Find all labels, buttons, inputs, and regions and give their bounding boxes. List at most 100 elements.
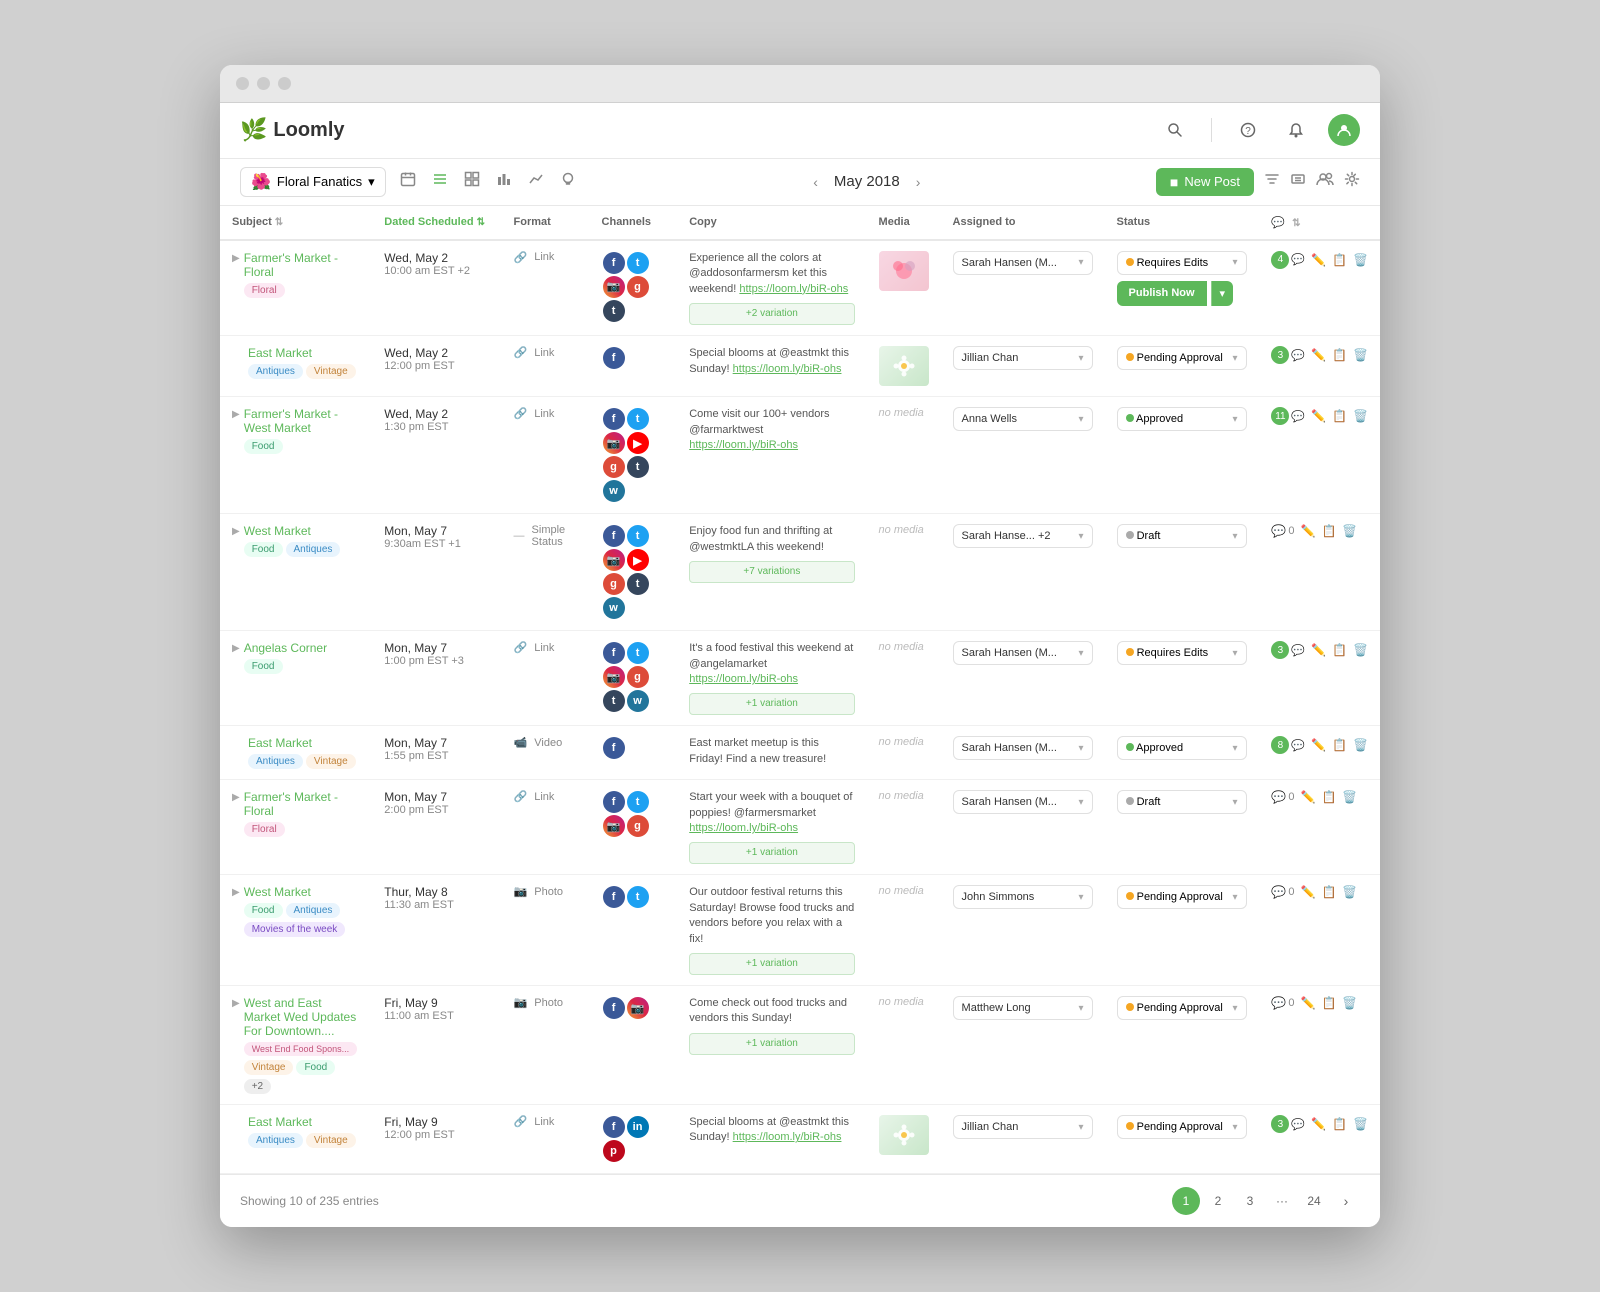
copy-icon[interactable]: 📋 [1332,348,1347,362]
comment-count[interactable]: 8 💬 [1271,736,1305,754]
list-view-icon[interactable] [430,169,450,194]
page-3-button[interactable]: 3 [1236,1187,1264,1215]
comment-count[interactable]: 💬0 [1271,790,1294,804]
delete-icon[interactable]: 🗑️ [1353,253,1368,267]
status-badge[interactable]: Approved ▾ [1117,736,1247,760]
delete-icon[interactable]: 🗑️ [1342,885,1357,899]
subject-name[interactable]: East Market [248,736,359,750]
publish-now-button[interactable]: Publish Now [1117,281,1207,306]
bar-chart-icon[interactable] [494,169,514,194]
page-24-button[interactable]: 24 [1300,1187,1328,1215]
date-column-header[interactable]: Dated Scheduled ⇅ [372,206,501,240]
edit-icon[interactable]: ✏️ [1311,643,1326,657]
edit-icon[interactable]: ✏️ [1300,790,1315,804]
comment-count[interactable]: 11 💬 [1271,407,1305,425]
copy-link[interactable]: https://loom.ly/biR-ohs [739,283,848,295]
subject-name[interactable]: Angelas Corner [244,641,327,655]
titlebar-close[interactable] [236,77,249,90]
copy-link[interactable]: https://loom.ly/biR-ohs [689,822,798,834]
copy-icon[interactable]: 📋 [1332,738,1347,752]
expand-row-arrow[interactable]: ▶ [232,526,240,537]
expand-row-arrow[interactable]: ▶ [232,253,240,264]
settings-icon[interactable] [1344,171,1360,192]
edit-icon[interactable]: ✏️ [1311,738,1326,752]
subject-name[interactable]: Farmer's Market - West Market [244,407,361,435]
variation-tag[interactable]: +1 variation [689,953,854,975]
comment-count[interactable]: 💬0 [1271,996,1294,1010]
line-chart-icon[interactable] [526,169,546,194]
comment-count[interactable]: 💬0 [1271,885,1294,899]
notifications-icon[interactable] [1280,114,1312,146]
status-badge[interactable]: Requires Edits ▾ [1117,251,1247,275]
status-badge[interactable]: Pending Approval ▾ [1117,346,1247,370]
delete-icon[interactable]: 🗑️ [1353,1117,1368,1131]
copy-link[interactable]: https://loom.ly/biR-ohs [689,673,798,685]
filter-icon[interactable] [1264,171,1280,192]
assigned-dropdown[interactable]: Anna Wells ▾ [953,407,1093,431]
edit-icon[interactable]: ✏️ [1311,409,1326,423]
status-badge[interactable]: Draft ▾ [1117,524,1247,548]
assigned-dropdown[interactable]: Jillian Chan ▾ [953,346,1093,370]
status-badge[interactable]: Approved ▾ [1117,407,1247,431]
delete-icon[interactable]: 🗑️ [1342,790,1357,804]
variation-tag[interactable]: +1 variation [689,842,854,864]
edit-icon[interactable]: ✏️ [1311,348,1326,362]
expand-row-arrow[interactable]: ▶ [232,792,240,803]
titlebar-maximize[interactable] [278,77,291,90]
subject-name[interactable]: East Market [248,346,359,360]
page-2-button[interactable]: 2 [1204,1187,1232,1215]
assigned-dropdown[interactable]: Sarah Hansen (M... ▾ [953,736,1093,760]
comment-count[interactable]: 💬0 [1271,524,1294,538]
subject-name[interactable]: Farmer's Market - Floral [244,251,361,279]
subject-name[interactable]: West Market [244,524,344,538]
help-icon[interactable]: ? [1232,114,1264,146]
delete-icon[interactable]: 🗑️ [1353,348,1368,362]
team-icon[interactable] [1316,171,1334,192]
comment-count[interactable]: 3 💬 [1271,346,1305,364]
expand-row-arrow[interactable]: ▶ [232,998,240,1009]
calendar-view-icon[interactable] [398,169,418,194]
delete-icon[interactable]: 🗑️ [1353,738,1368,752]
edit-icon[interactable]: ✏️ [1300,885,1315,899]
ideas-icon[interactable] [558,169,578,194]
copy-icon[interactable]: 📋 [1321,524,1336,538]
copy-icon[interactable]: 📋 [1332,409,1347,423]
titlebar-minimize[interactable] [257,77,270,90]
next-month-arrow[interactable]: › [916,174,921,190]
delete-icon[interactable]: 🗑️ [1342,996,1357,1010]
publish-dropdown-button[interactable]: ▾ [1211,281,1234,306]
status-badge[interactable]: Pending Approval ▾ [1117,996,1247,1020]
variation-tag[interactable]: +1 variation [689,693,854,715]
copy-icon[interactable]: 📋 [1321,996,1336,1010]
copy-icon[interactable]: 📋 [1332,1117,1347,1131]
variation-tag[interactable]: +7 variations [689,561,854,583]
search-icon[interactable] [1159,114,1191,146]
assigned-dropdown[interactable]: Sarah Hansen (M... ▾ [953,790,1093,814]
expand-row-arrow[interactable]: ▶ [232,643,240,654]
assigned-dropdown[interactable]: Sarah Hanse... +2 ▾ [953,524,1093,548]
expand-row-arrow[interactable]: ▶ [232,887,240,898]
assigned-dropdown[interactable]: Jillian Chan ▾ [953,1115,1093,1139]
copy-icon[interactable]: 📋 [1332,643,1347,657]
next-page-button[interactable]: › [1332,1187,1360,1215]
copy-icon[interactable]: 📋 [1321,790,1336,804]
status-badge[interactable]: Draft ▾ [1117,790,1247,814]
subject-name[interactable]: Farmer's Market - Floral [244,790,361,818]
user-icon[interactable] [1328,114,1360,146]
variation-tag[interactable]: +2 variation [689,303,854,325]
new-post-button[interactable]: ■ New Post [1156,168,1254,196]
assigned-dropdown[interactable]: Sarah Hansen (M... ▾ [953,251,1093,275]
copy-icon[interactable]: 📋 [1321,885,1336,899]
edit-icon[interactable]: ✏️ [1311,253,1326,267]
delete-icon[interactable]: 🗑️ [1353,409,1368,423]
copy-link[interactable]: https://loom.ly/biR-ohs [689,439,798,451]
assigned-dropdown[interactable]: Matthew Long ▾ [953,996,1093,1020]
status-badge[interactable]: Pending Approval ▾ [1117,1115,1247,1139]
comment-count[interactable]: 3 💬 [1271,641,1305,659]
grid-view-icon[interactable] [462,169,482,194]
status-badge[interactable]: Pending Approval ▾ [1117,885,1247,909]
edit-icon[interactable]: ✏️ [1300,996,1315,1010]
assigned-dropdown[interactable]: Sarah Hansen (M... ▾ [953,641,1093,665]
prev-month-arrow[interactable]: ‹ [813,174,818,190]
copy-icon[interactable]: 📋 [1332,253,1347,267]
